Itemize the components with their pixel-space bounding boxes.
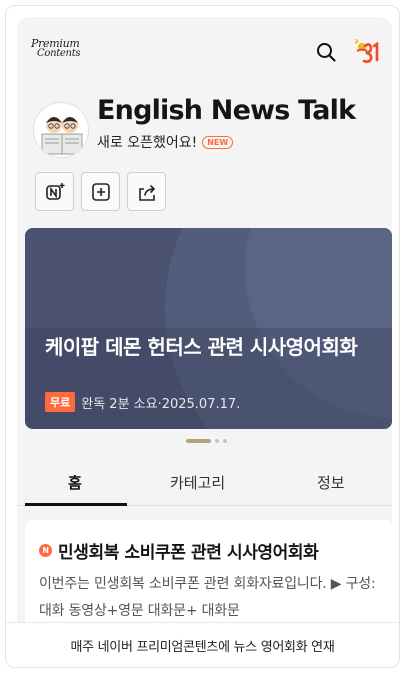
brand-badge-icon[interactable] [352, 37, 382, 65]
channel-title: English News Talk [97, 95, 356, 126]
post-card[interactable]: N 민생회복 소비쿠폰 관련 시사영어회화 이번주는 민생회복 소비쿠폰 관련 … [25, 520, 392, 622]
carousel-dot [215, 439, 219, 443]
carousel-dot [223, 439, 227, 443]
post-title: 민생회복 소비쿠폰 관련 시사영어회화 [58, 543, 319, 563]
banner-meta: 무료 완독 2분 소요·2025.07.17. [45, 392, 240, 412]
add-icon [91, 182, 110, 201]
carousel-dot-active [186, 439, 211, 443]
top-bar: Premium Contents [17, 17, 392, 77]
tab-category[interactable]: 카테고리 [170, 472, 225, 493]
banner-title: 케이팝 데몬 헌터스 관련 시사영어회화 [45, 335, 358, 359]
tab-info[interactable]: 정보 [317, 472, 345, 493]
channel-subtitle: 새로 오픈했어요! NEW [97, 132, 234, 152]
subscribe-button[interactable] [35, 172, 74, 211]
search-icon[interactable] [315, 41, 337, 63]
post-excerpt: 이번주는 민생회복 소비쿠폰 관련 회화자료입니다. ▶ 구성: 대화 동영상+… [39, 576, 376, 619]
screenshot-card: Premium Contents English News Talk 새로 오픈… [5, 5, 400, 668]
post-title-row: N 민생회복 소비쿠폰 관련 시사영어회화 [39, 538, 319, 563]
subtitle-text: 새로 오픈했어요! [97, 135, 198, 151]
featured-banner[interactable]: 케이팝 데몬 헌터스 관련 시사영어회화 무료 완독 2분 소요·2025.07… [25, 228, 392, 429]
new-badge: NEW [202, 135, 234, 149]
share-icon [138, 184, 155, 201]
premium-contents-logo[interactable]: Premium Contents [31, 38, 81, 59]
content-tabs: 홈 카테고리 정보 [17, 462, 392, 506]
banner-meta-text: 완독 2분 소요·2025.07.17. [81, 396, 241, 412]
logo-line-2: Contents [37, 48, 81, 59]
channel-actions [35, 172, 166, 211]
news-readers-illustration [41, 117, 83, 155]
image-caption: 매주 네이버 프리미엄콘텐츠에 뉴스 영어회화 연재 [6, 622, 399, 667]
active-tab-underline [25, 503, 127, 506]
carousel-indicator[interactable] [186, 439, 227, 443]
tab-home[interactable]: 홈 [68, 472, 82, 493]
share-button[interactable] [127, 172, 166, 211]
free-tag: 무료 [45, 392, 76, 412]
new-post-badge: N [39, 544, 52, 557]
app-screen: Premium Contents English News Talk 새로 오픈… [17, 17, 392, 622]
naver-subscribe-icon [45, 182, 64, 200]
add-button[interactable] [81, 172, 120, 211]
channel-avatar[interactable] [33, 102, 89, 158]
